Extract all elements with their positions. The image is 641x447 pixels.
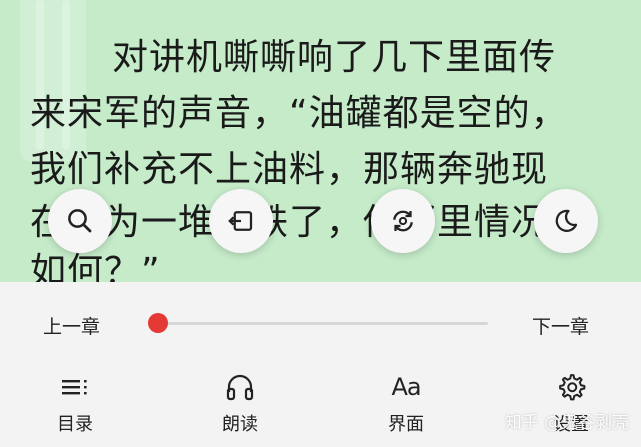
- refresh-button[interactable]: [371, 189, 435, 253]
- gear-icon: [559, 374, 586, 401]
- next-chapter-button[interactable]: 下一章: [532, 312, 589, 339]
- interface-button[interactable]: Aa 界面: [366, 370, 446, 436]
- text-line: 对讲机嘶嘶响了几下里面传: [112, 37, 557, 78]
- toc-button[interactable]: 目录: [35, 370, 115, 436]
- watermark: 知乎 @鬼谷剥壳: [504, 413, 629, 433]
- search-icon: [68, 209, 92, 233]
- font-size-icon: Aa: [391, 373, 421, 401]
- refresh-icon: [393, 210, 413, 232]
- interface-label: 界面: [388, 414, 424, 435]
- chapter-progress-slider[interactable]: [158, 322, 488, 325]
- text-line: 如何？”: [30, 251, 161, 283]
- list-icon: [62, 380, 87, 395]
- exit-icon: [228, 211, 253, 231]
- search-button[interactable]: [48, 189, 112, 253]
- exit-reader-button[interactable]: [209, 189, 273, 253]
- slider-thumb[interactable]: [148, 313, 168, 333]
- toc-label: 目录: [57, 414, 93, 435]
- night-mode-button[interactable]: [534, 189, 598, 253]
- listen-label: 朗读: [222, 414, 258, 435]
- reading-page[interactable]: 对讲机嘶嘶响了几下里面传 来宋军的声音，“油罐都是空的， 我们补充不上油料，那辆…: [0, 0, 641, 282]
- night-mode-icon: [555, 209, 578, 232]
- text-line: 来宋军的声音，“油罐都是空的，: [30, 93, 568, 134]
- side-drawer-tab[interactable]: [20, 0, 86, 162]
- listen-button[interactable]: 朗读: [200, 370, 280, 436]
- text-line: 我们补充不上油料，那辆奔驰现: [30, 149, 549, 190]
- prev-chapter-button[interactable]: 上一章: [43, 312, 100, 339]
- reader-menu: 上一章 下一章 目录 朗读 Aa 界面 设置 知乎 @鬼谷剥壳: [0, 282, 641, 447]
- headphones-icon: [226, 374, 254, 401]
